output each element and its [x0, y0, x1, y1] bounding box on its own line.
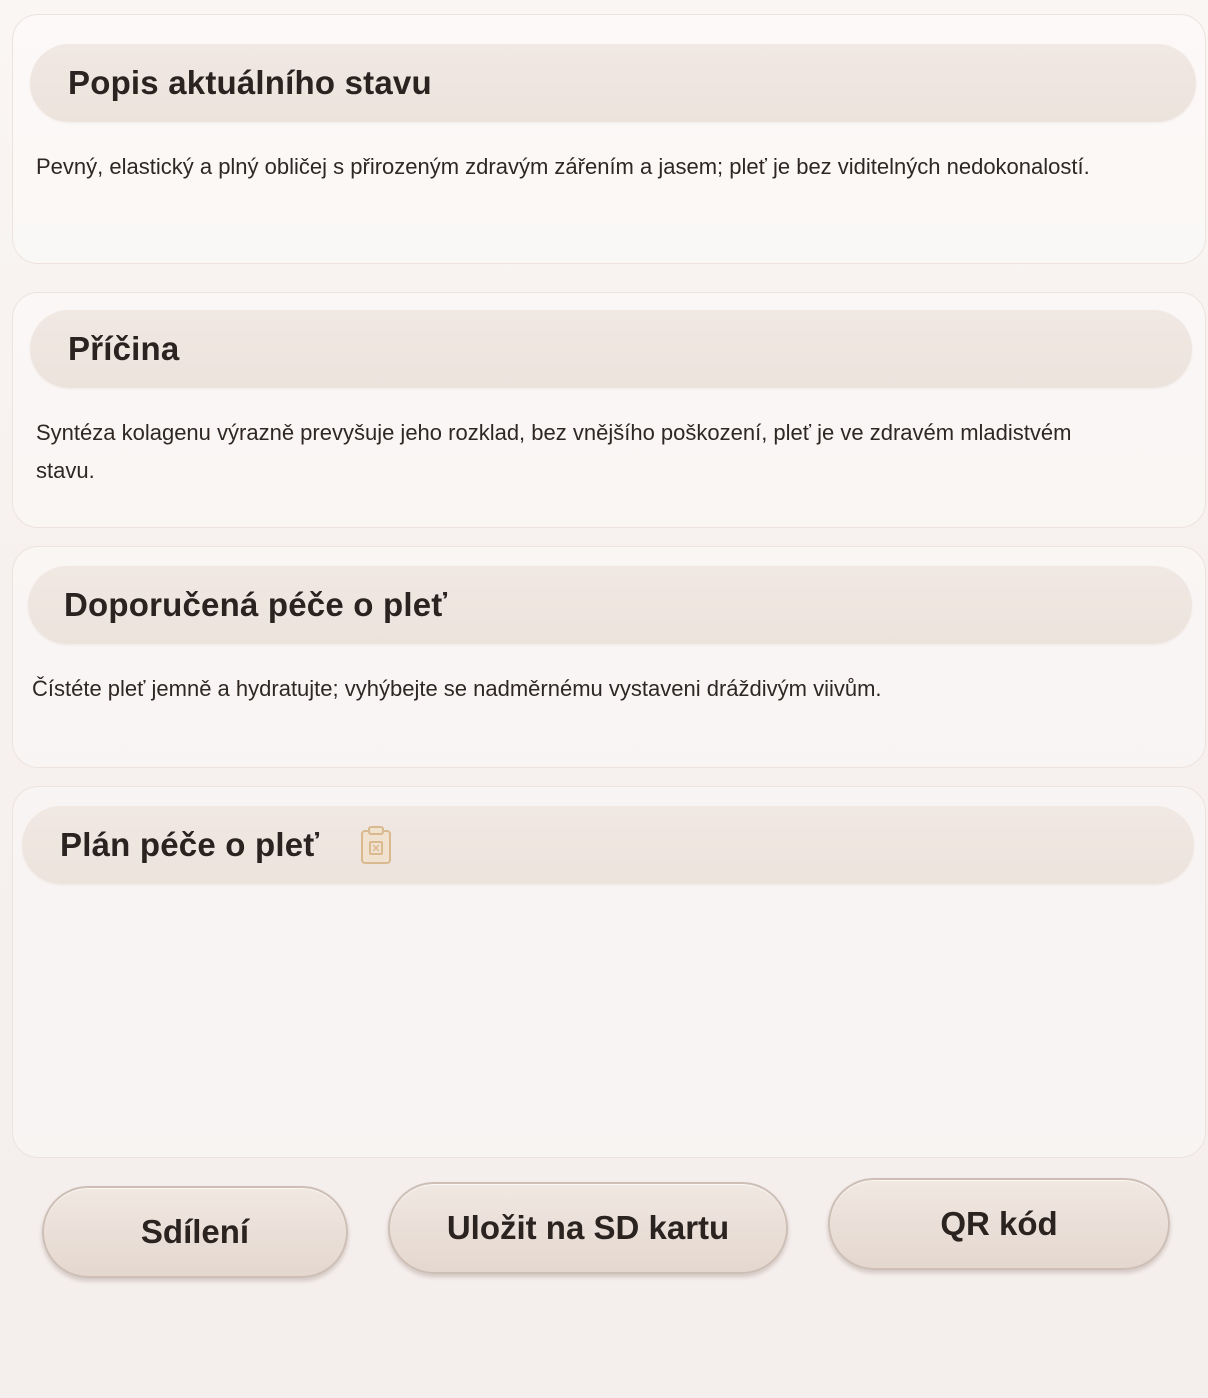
recommended-care-title: Doporučená péče o pleť — [64, 586, 448, 623]
recommended-care-header: Doporučená péče o pleť — [28, 566, 1192, 644]
share-button[interactable]: Sdílení — [42, 1186, 348, 1278]
report-screen: Popis aktuálního stavu Pevný, elastický … — [0, 0, 1208, 1398]
current-state-header: Popis aktuálního stavu — [30, 44, 1196, 122]
cause-title: Příčina — [68, 330, 180, 367]
save-sd-card-button[interactable]: Uložit na SD kartu — [388, 1182, 788, 1274]
recommended-care-text: Čístéte pleť jemně a hydratujte; vyhýbej… — [32, 676, 882, 701]
cause-text: Syntéza kolagenu výrazně prevyšuje jeho … — [36, 420, 1072, 483]
cause-header: Příčina — [30, 310, 1192, 388]
clipboard-icon[interactable] — [359, 825, 393, 865]
qr-code-button[interactable]: QR kód — [828, 1178, 1170, 1270]
current-state-title: Popis aktuálního stavu — [68, 64, 432, 101]
current-state-text: Pevný, elastický a plný obličej s přiroz… — [36, 154, 1090, 179]
care-plan-title: Plán péče o pleť — [60, 826, 320, 863]
care-plan-header: Plán péče o pleť — [22, 806, 1194, 884]
